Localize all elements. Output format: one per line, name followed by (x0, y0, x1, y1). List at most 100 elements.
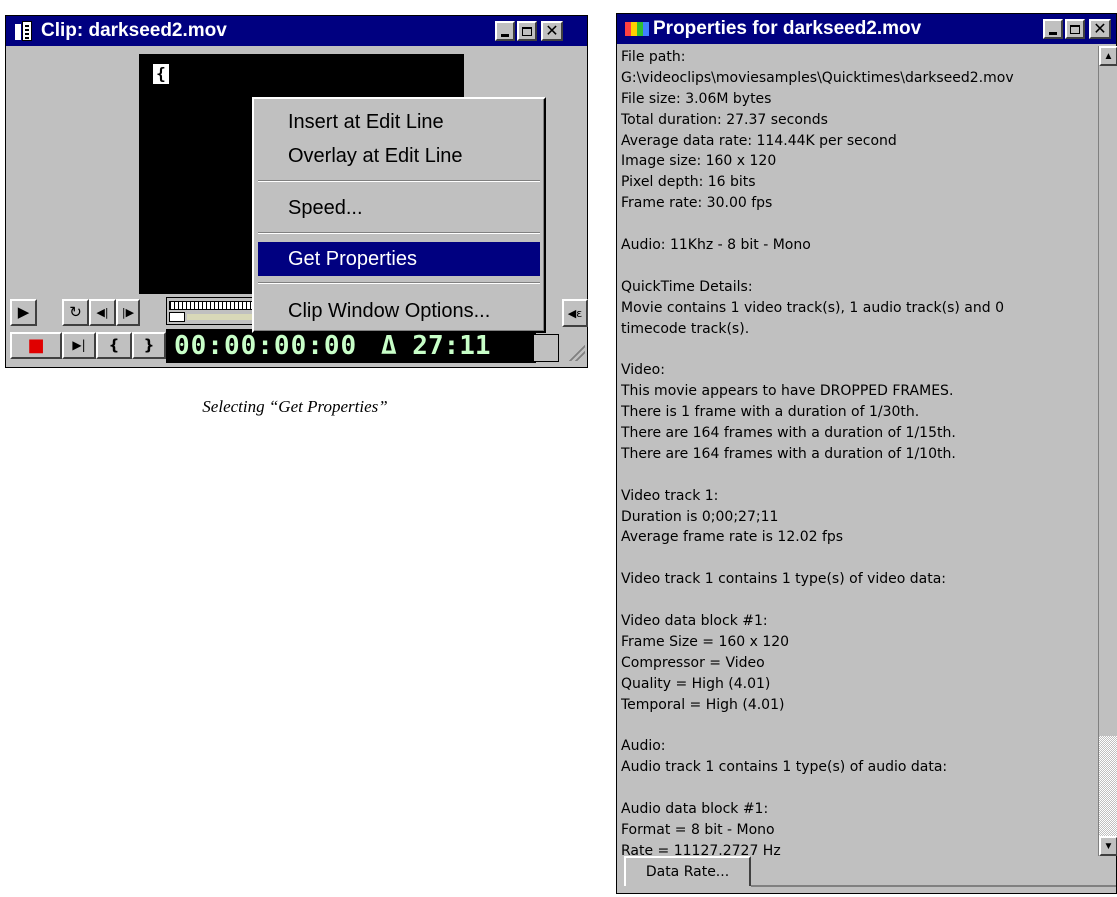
maximize-icon (1070, 24, 1080, 34)
resize-grip[interactable] (567, 343, 585, 361)
menu-item-insert-at-edit-line[interactable]: Insert at Edit Line (258, 105, 540, 139)
properties-window-title: Properties for darkseed2.mov (653, 18, 922, 39)
play-to-end-icon: ▶| (72, 338, 86, 352)
minimize-button[interactable] (495, 21, 515, 41)
step-back-button[interactable]: ◀| (89, 299, 116, 326)
property-line: Format = 8 bit - Mono (621, 821, 775, 838)
properties-text: File path: G:\videoclips\moviesamples\Qui… (621, 47, 1095, 855)
clip-window-title: Clip: darkseed2.mov (41, 20, 227, 41)
minimize-icon (1049, 31, 1057, 35)
timecode-position: 00:00:00:00 (174, 331, 358, 361)
timecode-display: 00:00:00:00 Δ 27:11 (166, 329, 536, 363)
property-line: Quality = High (4.01) (621, 675, 771, 692)
property-line (621, 256, 1095, 277)
step-forward-icon: |▶ (121, 306, 135, 319)
play-button[interactable]: ▶ (10, 299, 37, 326)
property-line: Total duration: 27.37 seconds (621, 111, 828, 128)
menu-item-overlay-at-edit-line[interactable]: Overlay at Edit Line (258, 139, 540, 173)
edit-line-button[interactable] (533, 334, 559, 362)
property-line: timecode track(s). (621, 320, 750, 337)
property-line: Video track 1 contains 1 type(s) of vide… (621, 571, 947, 588)
scrubber-ticks (169, 301, 255, 310)
property-line: Temporal = High (4.01) (621, 696, 785, 713)
play-icon: ▶ (17, 303, 30, 321)
scroll-track[interactable] (1099, 66, 1117, 736)
mark-in-button[interactable]: { (96, 332, 132, 359)
mark-out-icon: } (143, 336, 155, 354)
context-menu: Insert at Edit Line Overlay at Edit Line… (252, 97, 546, 333)
property-line: File size: 3.06M bytes (621, 90, 772, 107)
property-line (621, 339, 1095, 360)
property-line (621, 465, 1095, 486)
scrubber-thumb[interactable] (169, 312, 185, 322)
record-button[interactable]: ■ (10, 332, 62, 359)
property-line: Frame rate: 30.00 fps (621, 195, 773, 212)
timeline-scrubber[interactable] (166, 297, 258, 325)
properties-app-icon (625, 22, 649, 36)
step-back-icon: ◀| (96, 306, 109, 319)
property-line: Video data block #1: (621, 613, 768, 630)
properties-title-bar[interactable]: Properties for darkseed2.mov ✕ (617, 14, 1116, 44)
mark-out-button[interactable]: } (132, 332, 166, 359)
video-frame-marker: { (153, 64, 169, 84)
scrubber-track (187, 314, 255, 320)
close-button[interactable]: ✕ (1089, 19, 1111, 39)
property-line: G:\videoclips\moviesamples\Quicktimes\da… (621, 69, 1014, 86)
maximize-button[interactable] (1065, 19, 1085, 39)
property-line: Rate = 11127.2727 Hz (621, 842, 781, 855)
scroll-up-button[interactable]: ▲ (1099, 46, 1117, 66)
property-line (621, 214, 1095, 235)
property-line (621, 716, 1095, 737)
minimize-button[interactable] (1043, 19, 1063, 39)
close-icon: ✕ (545, 21, 559, 40)
clip-title-bar[interactable]: Clip: darkseed2.mov ✕ (6, 16, 587, 46)
property-line: Audio: (621, 738, 666, 755)
properties-window: Properties for darkseed2.mov ✕ File path… (616, 13, 1117, 894)
property-line: This movie appears to have DROPPED FRAME… (621, 383, 954, 400)
maximize-button[interactable] (517, 21, 537, 41)
property-line (621, 548, 1095, 569)
play-to-end-button[interactable]: ▶| (62, 332, 96, 359)
close-icon: ✕ (1093, 19, 1107, 38)
record-icon: ■ (27, 335, 45, 356)
menu-item-get-properties[interactable]: Get Properties (258, 242, 540, 276)
property-line: Frame Size = 160 x 120 (621, 633, 790, 650)
property-line: Pixel depth: 16 bits (621, 174, 756, 191)
vertical-scrollbar[interactable]: ▲ ▼ (1098, 46, 1117, 856)
figure-caption: Selecting “Get Properties” (202, 397, 388, 416)
property-line: Audio data block #1: (621, 801, 769, 818)
data-rate-button[interactable]: Data Rate... (624, 856, 751, 886)
menu-item-clip-window-options[interactable]: Clip Window Options... (258, 294, 540, 328)
property-line: File path: (621, 49, 686, 65)
volume-button[interactable]: ◀ε (562, 299, 588, 327)
property-line: There are 164 frames with a duration of … (621, 445, 956, 462)
mark-in-icon: { (108, 336, 120, 354)
property-line (621, 590, 1095, 611)
speaker-icon: ◀ε (567, 306, 583, 320)
scroll-down-icon: ▼ (1103, 840, 1114, 852)
property-line: Image size: 160 x 120 (621, 153, 777, 170)
step-forward-button[interactable]: |▶ (116, 299, 140, 326)
scroll-down-button[interactable]: ▼ (1099, 836, 1117, 856)
property-line: Average data rate: 114.44K per second (621, 132, 897, 149)
scroll-thumb[interactable] (1099, 736, 1117, 836)
minimize-icon (501, 33, 509, 37)
status-divider (751, 885, 1116, 887)
property-line (621, 778, 1095, 799)
timecode-duration: Δ 27:11 (381, 331, 491, 361)
property-line: QuickTime Details: (621, 278, 753, 295)
menu-separator (258, 282, 540, 284)
scroll-up-icon: ▲ (1103, 50, 1114, 62)
property-line: Video: (621, 362, 665, 379)
property-line: There are 164 frames with a duration of … (621, 425, 956, 442)
menu-item-speed[interactable]: Speed... (258, 191, 540, 225)
property-line: Audio: 11Khz - 8 bit - Mono (621, 237, 811, 254)
maximize-icon (522, 26, 532, 36)
loop-icon: ↻ (69, 303, 82, 321)
film-clip-icon (15, 21, 33, 41)
menu-separator (258, 232, 540, 234)
menu-separator (258, 180, 540, 182)
property-line: Audio track 1 contains 1 type(s) of audi… (621, 759, 948, 776)
close-button[interactable]: ✕ (541, 21, 563, 41)
loop-button[interactable]: ↻ (62, 299, 89, 326)
